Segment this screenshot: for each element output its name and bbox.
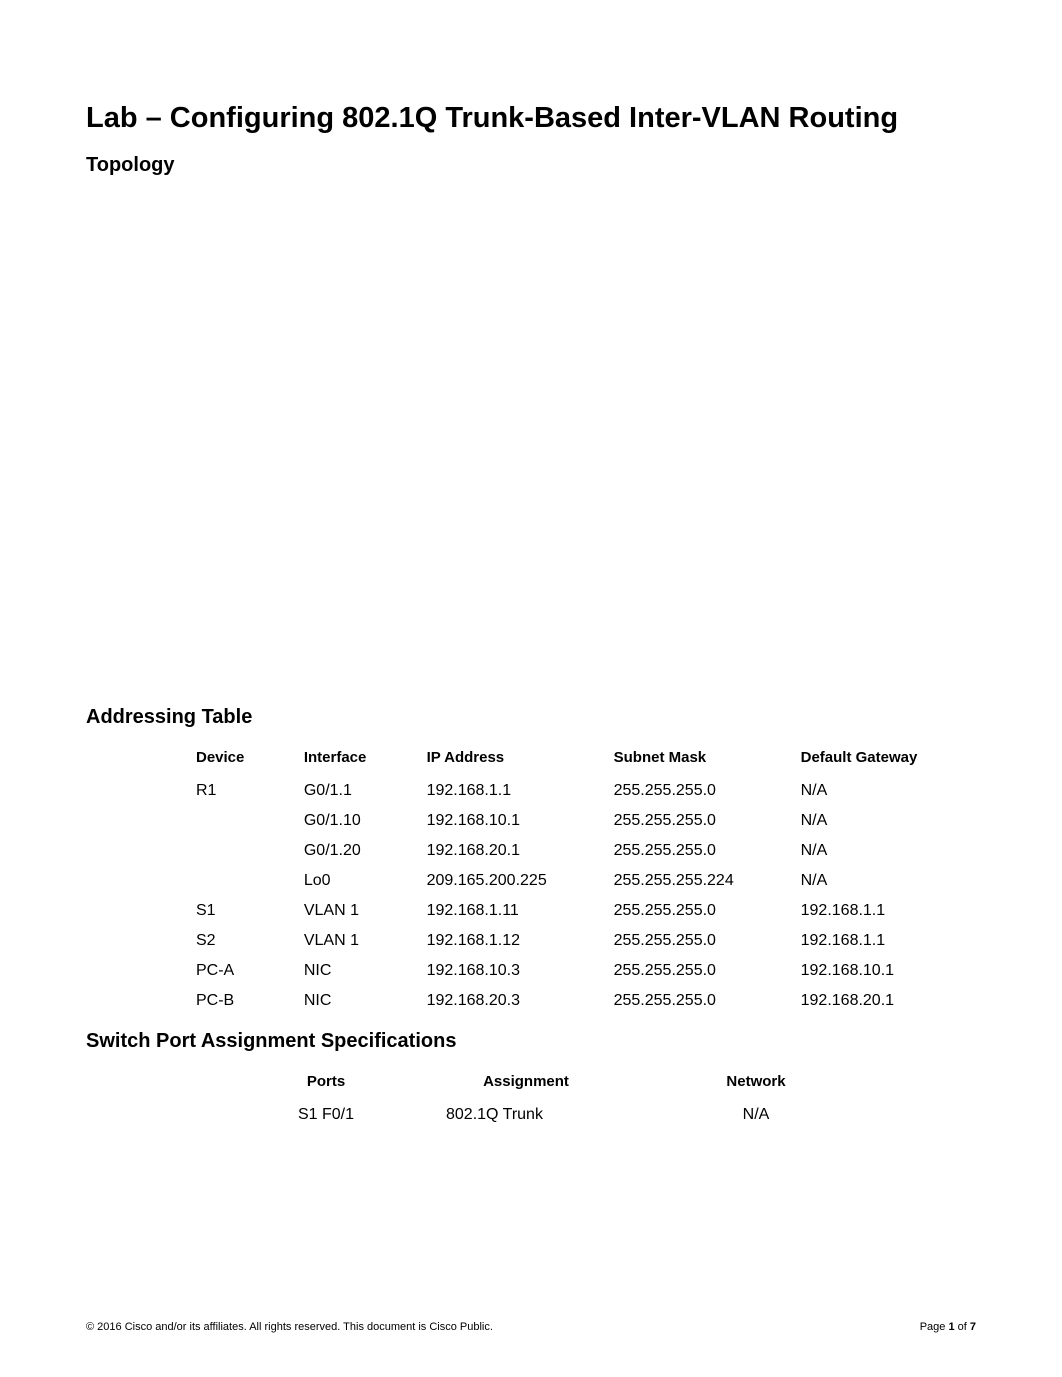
cell-ip: 192.168.1.12: [427, 926, 614, 956]
page-title: Lab – Configuring 802.1Q Trunk-Based Int…: [86, 100, 976, 136]
table-row: S2 VLAN 1 192.168.1.12 255.255.255.0 192…: [196, 926, 976, 956]
table-row: R1 G0/1.1 192.168.1.1 255.255.255.0 N/A: [196, 776, 976, 806]
col-device: Device: [196, 743, 304, 776]
table-header-row: Ports Assignment Network: [246, 1067, 866, 1102]
table-row: G0/1.20 192.168.20.1 255.255.255.0 N/A: [196, 836, 976, 866]
page-footer: © 2016 Cisco and/or its affiliates. All …: [86, 1321, 976, 1333]
table-row: S1 VLAN 1 192.168.1.11 255.255.255.0 192…: [196, 896, 976, 926]
section-heading-specs: Switch Port Assignment Specifications: [86, 1030, 976, 1053]
section-heading-topology: Topology: [86, 154, 976, 177]
col-ip: IP Address: [427, 743, 614, 776]
col-assignment: Assignment: [406, 1067, 646, 1102]
spec-table: Ports Assignment Network S1 F0/1 802.1Q …: [246, 1067, 866, 1130]
cell-interface: VLAN 1: [304, 926, 427, 956]
cell-interface: G0/1.20: [304, 836, 427, 866]
cell-device: PC-A: [196, 956, 304, 986]
section-heading-addressing: Addressing Table: [86, 706, 976, 729]
table-row: G0/1.10 192.168.10.1 255.255.255.0 N/A: [196, 806, 976, 836]
cell-ip: 209.165.200.225: [427, 866, 614, 896]
cell-network: N/A: [646, 1102, 866, 1130]
footer-page-total: 7: [970, 1321, 976, 1333]
cell-gateway: N/A: [801, 866, 976, 896]
addressing-table: Device Interface IP Address Subnet Mask …: [196, 743, 976, 1016]
cell-ip: 192.168.1.1: [427, 776, 614, 806]
footer-page-prefix: Page: [920, 1321, 949, 1333]
cell-device: [196, 866, 304, 896]
cell-ip: 192.168.10.3: [427, 956, 614, 986]
col-network: Network: [646, 1067, 866, 1102]
cell-ip: 192.168.10.1: [427, 806, 614, 836]
cell-interface: VLAN 1: [304, 896, 427, 926]
table-row: PC-A NIC 192.168.10.3 255.255.255.0 192.…: [196, 956, 976, 986]
cell-mask: 255.255.255.0: [614, 956, 801, 986]
cell-gateway: N/A: [801, 806, 976, 836]
cell-mask: 255.255.255.0: [614, 836, 801, 866]
footer-copyright: © 2016 Cisco and/or its affiliates. All …: [86, 1321, 493, 1333]
footer-page-number: Page 1 of 7: [920, 1321, 976, 1333]
cell-mask: 255.255.255.0: [614, 806, 801, 836]
cell-gateway: N/A: [801, 776, 976, 806]
cell-device: PC-B: [196, 986, 304, 1016]
cell-device: S2: [196, 926, 304, 956]
cell-gateway: 192.168.20.1: [801, 986, 976, 1016]
cell-device: R1: [196, 776, 304, 806]
cell-ip: 192.168.20.1: [427, 836, 614, 866]
cell-ip: 192.168.1.11: [427, 896, 614, 926]
cell-mask: 255.255.255.224: [614, 866, 801, 896]
footer-page-of: of: [955, 1321, 970, 1333]
cell-gateway: 192.168.1.1: [801, 896, 976, 926]
cell-device: S1: [196, 896, 304, 926]
col-mask: Subnet Mask: [614, 743, 801, 776]
cell-mask: 255.255.255.0: [614, 896, 801, 926]
document-page: Lab – Configuring 802.1Q Trunk-Based Int…: [0, 0, 1062, 1377]
cell-gateway: 192.168.1.1: [801, 926, 976, 956]
col-ports: Ports: [246, 1067, 406, 1102]
cell-mask: 255.255.255.0: [614, 986, 801, 1016]
cell-assignment: 802.1Q Trunk: [406, 1102, 646, 1130]
cell-interface: G0/1.1: [304, 776, 427, 806]
col-gateway: Default Gateway: [801, 743, 976, 776]
table-header-row: Device Interface IP Address Subnet Mask …: [196, 743, 976, 776]
cell-gateway: 192.168.10.1: [801, 956, 976, 986]
topology-diagram-placeholder: [86, 191, 976, 706]
cell-interface: Lo0: [304, 866, 427, 896]
col-interface: Interface: [304, 743, 427, 776]
cell-interface: NIC: [304, 986, 427, 1016]
cell-gateway: N/A: [801, 836, 976, 866]
cell-ip: 192.168.20.3: [427, 986, 614, 1016]
cell-device: [196, 836, 304, 866]
table-row: PC-B NIC 192.168.20.3 255.255.255.0 192.…: [196, 986, 976, 1016]
table-row: S1 F0/1 802.1Q Trunk N/A: [246, 1102, 866, 1130]
cell-interface: NIC: [304, 956, 427, 986]
cell-interface: G0/1.10: [304, 806, 427, 836]
cell-mask: 255.255.255.0: [614, 926, 801, 956]
cell-ports: S1 F0/1: [246, 1102, 406, 1130]
cell-device: [196, 806, 304, 836]
table-row: Lo0 209.165.200.225 255.255.255.224 N/A: [196, 866, 976, 896]
cell-mask: 255.255.255.0: [614, 776, 801, 806]
